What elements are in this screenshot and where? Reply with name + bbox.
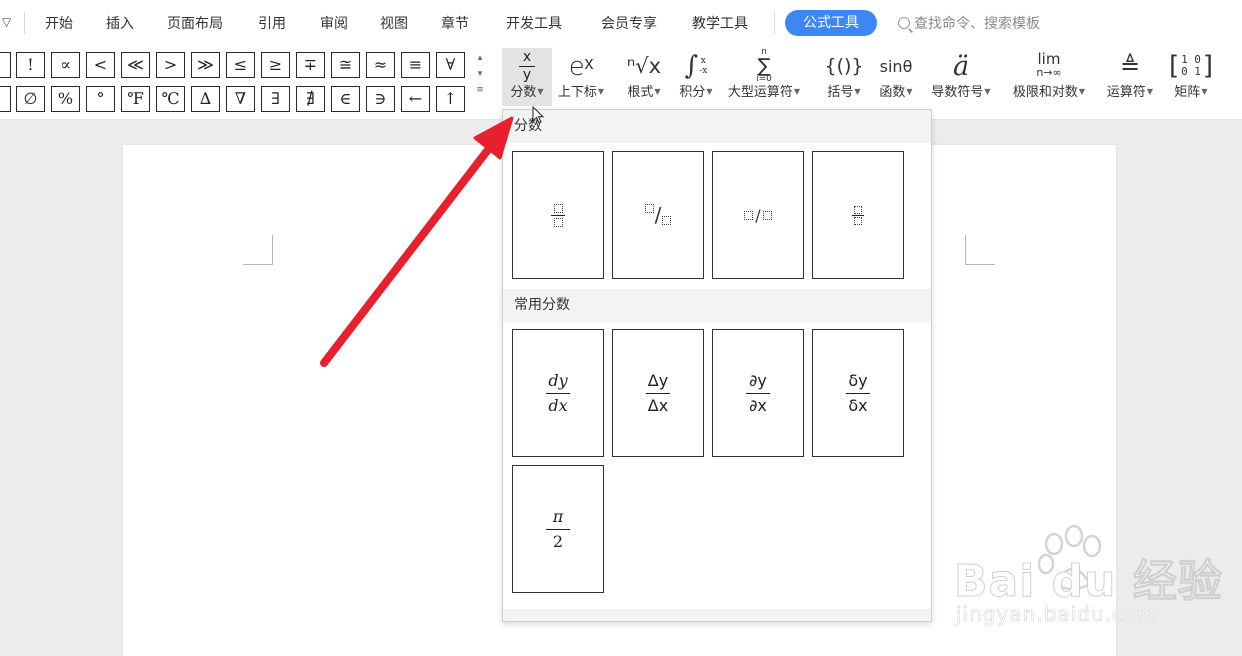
script-label: 上下标 bbox=[557, 85, 597, 100]
symbol-much-greater[interactable]: ≫ bbox=[191, 52, 220, 78]
fraction-partial-tile[interactable]: ∂y ∂x bbox=[712, 329, 804, 457]
operator-icon: ≜ bbox=[1119, 52, 1141, 80]
operator-label: 运算符 bbox=[1106, 85, 1146, 100]
search-placeholder: 查找命令、搜索模板 bbox=[914, 16, 1040, 32]
symbol-not-exists[interactable]: ∄ bbox=[296, 86, 325, 112]
symbol-factorial[interactable]: ! bbox=[16, 52, 45, 78]
symbol-nabla[interactable]: ∇ bbox=[226, 86, 255, 112]
radical-button[interactable]: ⁿ√x 根式▼ bbox=[622, 48, 666, 106]
integral-button[interactable]: ∫ x -x 积分▼ bbox=[674, 48, 718, 106]
menu-references[interactable]: 引用 bbox=[258, 13, 286, 33]
operator-button[interactable]: ≜ 运算符▼ bbox=[1102, 48, 1158, 106]
symbol-minus-plus[interactable]: ∓ bbox=[296, 52, 325, 78]
page-corner-mark bbox=[965, 235, 995, 265]
menu-separator bbox=[24, 12, 25, 34]
menu-bar: ▽ 开始 插入 页面布局 引用 审阅 视图 章节 开发工具 会员专享 教学工具 … bbox=[0, 0, 1242, 46]
matrix-icon: [1 00 1] bbox=[1165, 51, 1217, 81]
command-search[interactable]: 查找命令、搜索模板 bbox=[898, 13, 1040, 33]
symbol-left-arrow[interactable]: ← bbox=[401, 86, 430, 112]
symbol-increment[interactable]: ∆ bbox=[191, 86, 220, 112]
menu-page-layout[interactable]: 页面布局 bbox=[167, 13, 223, 33]
watermark-url: jingyan.baidu.com bbox=[956, 602, 1158, 627]
fraction-small-tile[interactable] bbox=[812, 151, 904, 279]
mouse-cursor-icon bbox=[532, 106, 545, 124]
symbol-degree[interactable]: ° bbox=[86, 86, 115, 112]
bracket-icon: {()} bbox=[824, 55, 864, 77]
symbol-for-all[interactable]: ∀ bbox=[436, 52, 465, 78]
radical-label: 根式 bbox=[627, 85, 654, 100]
section-title-fraction: 分数 bbox=[503, 110, 931, 143]
symbol-geq[interactable]: ≥ bbox=[261, 52, 290, 78]
menu-section[interactable]: 章节 bbox=[441, 13, 469, 33]
fraction-stacked-tile[interactable] bbox=[512, 151, 604, 279]
baidu-jingyan-watermark: Bai du 经验 jingyan.baidu.com bbox=[950, 524, 1240, 640]
symbol-exists[interactable]: ∃ bbox=[261, 86, 290, 112]
fraction-label: 分数 bbox=[510, 85, 537, 100]
watermark-brand: Bai du 经验 bbox=[954, 556, 1223, 608]
integral-icon: ∫ x -x bbox=[684, 51, 708, 81]
symbol-much-less[interactable]: ≪ bbox=[121, 52, 150, 78]
radical-icon: ⁿ√x bbox=[626, 54, 662, 78]
fraction-dropdown: 分数 / / 常用分数 dy dx Δy Δx ∂y ∂x δy δx π2 bbox=[502, 109, 932, 622]
script-button[interactable]: eˣ 上下标▼ bbox=[556, 48, 606, 106]
limit-log-icon: lim n→∞ bbox=[1036, 50, 1062, 80]
symbol-cell[interactable] bbox=[0, 52, 11, 78]
accent-label: 导数符号 bbox=[931, 85, 984, 100]
menu-start[interactable]: 开始 bbox=[45, 13, 73, 33]
menu-developer[interactable]: 开发工具 bbox=[506, 13, 562, 33]
function-button[interactable]: sinθ 函数▼ bbox=[873, 48, 919, 106]
fraction-skewed-tile[interactable]: / bbox=[612, 151, 704, 279]
symbol-celsius[interactable]: ℃ bbox=[156, 86, 185, 112]
symbol-greater-than[interactable]: > bbox=[156, 52, 185, 78]
symbol-contains[interactable]: ∋ bbox=[366, 86, 395, 112]
dropdown-footer bbox=[503, 609, 931, 621]
menu-insert[interactable]: 插入 bbox=[106, 13, 134, 33]
fraction-small-delta-tile[interactable]: δy δx bbox=[812, 329, 904, 457]
function-label: 函数 bbox=[879, 85, 906, 100]
menu-review[interactable]: 审阅 bbox=[320, 13, 348, 33]
limit-log-button[interactable]: lim n→∞ 极限和对数▼ bbox=[1006, 48, 1092, 106]
function-icon: sinθ bbox=[879, 56, 913, 76]
fraction-pi-over-2-tile[interactable]: π2 bbox=[512, 465, 604, 593]
fraction-delta-y-delta-x-tile[interactable]: Δy Δx bbox=[612, 329, 704, 457]
menu-member[interactable]: 会员专享 bbox=[601, 13, 657, 33]
symbol-fahrenheit[interactable]: ℉ bbox=[121, 86, 150, 112]
accent-button[interactable]: ä 导数符号▼ bbox=[925, 48, 997, 106]
symbol-congruent[interactable]: ≅ bbox=[331, 52, 360, 78]
symbol-less-than[interactable]: < bbox=[86, 52, 115, 78]
menu-view[interactable]: 视图 bbox=[380, 13, 408, 33]
large-operator-button[interactable]: n ∑ i=0 大型运算符▼ bbox=[724, 47, 804, 106]
symbol-empty-set[interactable]: ∅ bbox=[16, 86, 45, 112]
bracket-button[interactable]: {()} 括号▼ bbox=[822, 48, 866, 106]
fraction-dy-dx-tile[interactable]: dy dx bbox=[512, 329, 604, 457]
symbol-percent[interactable]: % bbox=[51, 86, 80, 112]
symbol-element-of[interactable]: ∈ bbox=[331, 86, 360, 112]
collapse-ribbon-icon[interactable]: ▽ bbox=[2, 15, 11, 29]
bracket-label: 括号 bbox=[827, 85, 854, 100]
page-corner-mark bbox=[243, 235, 273, 265]
integral-label: 积分 bbox=[679, 85, 706, 100]
tab-formula-tools[interactable]: 公式工具 bbox=[785, 10, 877, 36]
fraction-icon: xy bbox=[502, 48, 552, 84]
symbol-gallery-scroll[interactable]: ▴ ▾ ≡ bbox=[473, 50, 487, 110]
symbol-identical[interactable]: ≡ bbox=[401, 52, 430, 78]
large-operator-icon: n ∑ i=0 bbox=[756, 47, 772, 84]
symbol-cell[interactable] bbox=[0, 86, 11, 112]
limit-log-label: 极限和对数 bbox=[1012, 85, 1078, 100]
symbol-proportional[interactable]: ∝ bbox=[51, 52, 80, 78]
menu-separator bbox=[774, 12, 775, 34]
search-icon bbox=[898, 17, 910, 29]
fraction-button[interactable]: xy 分数▼ bbox=[502, 48, 552, 106]
section-title-common-fractions: 常用分数 bbox=[503, 289, 931, 322]
symbol-approx[interactable]: ≈ bbox=[366, 52, 395, 78]
symbol-up-arrow[interactable]: ↑ bbox=[436, 86, 465, 112]
accent-icon: ä bbox=[952, 50, 970, 82]
script-icon: eˣ bbox=[568, 51, 594, 82]
fraction-linear-tile[interactable]: / bbox=[712, 151, 804, 279]
matrix-button[interactable]: [1 00 1] 矩阵▼ bbox=[1165, 48, 1217, 106]
symbol-leq[interactable]: ≤ bbox=[226, 52, 255, 78]
matrix-label: 矩阵 bbox=[1174, 85, 1201, 100]
menu-teaching-tools[interactable]: 教学工具 bbox=[692, 13, 748, 33]
large-operator-label: 大型运算符 bbox=[727, 85, 793, 100]
